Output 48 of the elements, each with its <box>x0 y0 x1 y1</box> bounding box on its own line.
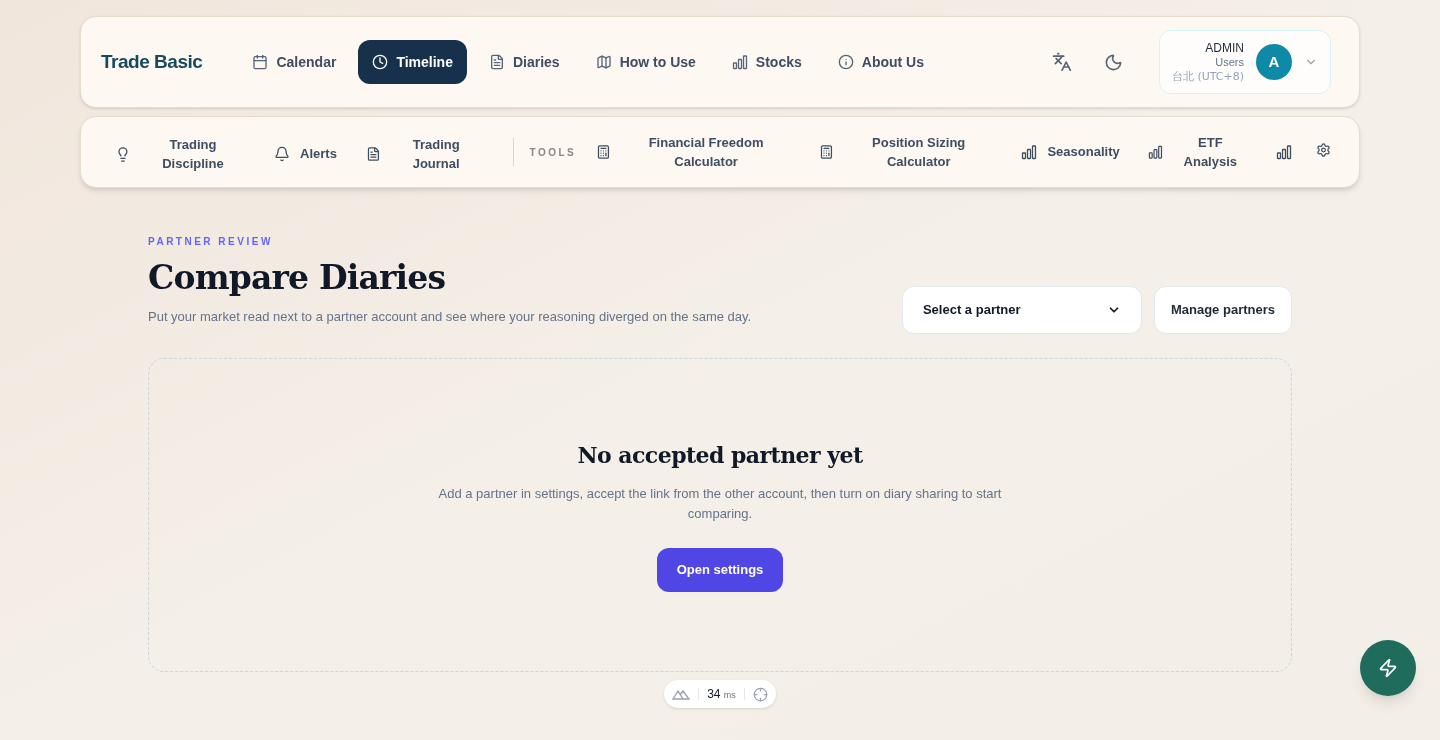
settings-icon[interactable] <box>1316 142 1331 158</box>
calculator-icon <box>819 144 834 160</box>
info-icon <box>837 54 854 70</box>
document-icon <box>488 54 505 70</box>
user-avatar: A <box>1256 44 1292 80</box>
calculator-icon <box>596 144 612 160</box>
document-icon <box>365 146 381 162</box>
tools-label: TOOLS <box>529 145 577 160</box>
nav-tab[interactable]: Diaries <box>474 40 574 84</box>
brand-logo[interactable]: Trade Basic <box>101 47 203 77</box>
bar-chart-icon <box>1276 144 1293 160</box>
calendar-icon <box>252 54 269 70</box>
secondary-nav-link[interactable]: Trading Discipline <box>109 130 252 174</box>
open-settings-button[interactable]: Open settings <box>656 547 784 592</box>
quick-action-button[interactable] <box>1360 640 1416 696</box>
secondary-nav-link[interactable]: Alerts <box>268 140 343 164</box>
nav-tab[interactable]: About Us <box>823 40 938 84</box>
user-role: Users <box>1215 55 1244 70</box>
manage-partners-button[interactable]: Manage partners <box>1153 286 1292 334</box>
translate-icon[interactable] <box>1051 52 1072 72</box>
partner-select[interactable]: Select a partner <box>901 286 1142 334</box>
tool-link[interactable]: ETF Analysis <box>1147 132 1249 172</box>
lightning-icon <box>1378 658 1398 678</box>
charts-button[interactable] <box>1276 144 1293 160</box>
nav-tab[interactable]: How to Use <box>581 40 710 84</box>
nav-tab[interactable]: Timeline <box>358 40 467 84</box>
clock-icon <box>372 54 389 70</box>
dark-mode-icon[interactable] <box>1103 52 1123 72</box>
tool-link[interactable]: Financial Freedom Calculator <box>596 132 791 172</box>
eyebrow-label: PARTNER REVIEW <box>148 235 274 249</box>
empty-state-text: Add a partner in settings, accept the link from the other account, then turn on diary sharing to start comparing. <box>437 484 1003 523</box>
page-title: Compare Diaries <box>148 257 447 299</box>
nav-tab[interactable]: Stocks <box>717 40 816 84</box>
map-icon <box>595 54 612 70</box>
user-menu[interactable]: ADMIN Users 台北 (UTC+8) A <box>1158 30 1331 94</box>
empty-state-title: No accepted partner yet <box>577 440 863 470</box>
bell-icon <box>274 146 291 162</box>
tool-link[interactable]: Position Sizing Calculator <box>819 132 994 172</box>
page-subtitle: Put your market read next to a partner account and see where your reasoning diverged on the same day. <box>148 307 752 326</box>
bar-chart-icon <box>731 54 748 70</box>
user-name: ADMIN <box>1205 40 1244 56</box>
tool-link[interactable]: Seasonality <box>1021 142 1120 162</box>
nav-tab[interactable]: Calendar <box>238 40 351 84</box>
bar-chart-icon <box>1147 144 1163 160</box>
secondary-nav-link[interactable]: Trading Journal <box>359 130 488 174</box>
user-timezone: 台北 (UTC+8) <box>1171 69 1244 84</box>
bar-chart-icon <box>1021 144 1038 160</box>
response-time: 34 ms <box>707 686 736 703</box>
